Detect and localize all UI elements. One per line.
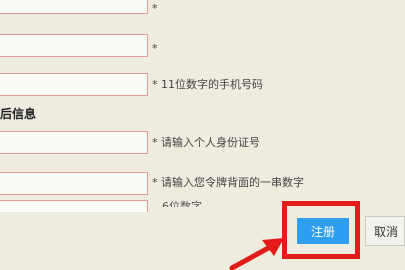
form-field-1[interactable] <box>0 0 148 14</box>
id-number-hint: * 请输入个人身份证号 <box>152 136 260 149</box>
token-number-field[interactable] <box>0 172 148 195</box>
form-field-2[interactable] <box>0 34 148 57</box>
required-mark: * <box>152 2 158 15</box>
id-number-field[interactable] <box>0 131 148 154</box>
partial-hint: 6位数字 <box>162 200 202 207</box>
token-number-hint: * 请输入您令牌背面的一串数字 <box>152 176 304 189</box>
phone-field[interactable] <box>0 73 148 96</box>
required-mark: * <box>152 42 158 55</box>
phone-hint: * 11位数字的手机号码 <box>152 78 263 91</box>
register-button[interactable]: 注册 <box>297 218 349 244</box>
cancel-button[interactable]: 取消 <box>365 216 405 246</box>
annotation-arrow-icon <box>229 238 284 270</box>
form-field-partial[interactable] <box>0 200 148 212</box>
section-title: 后信息 <box>0 107 37 121</box>
